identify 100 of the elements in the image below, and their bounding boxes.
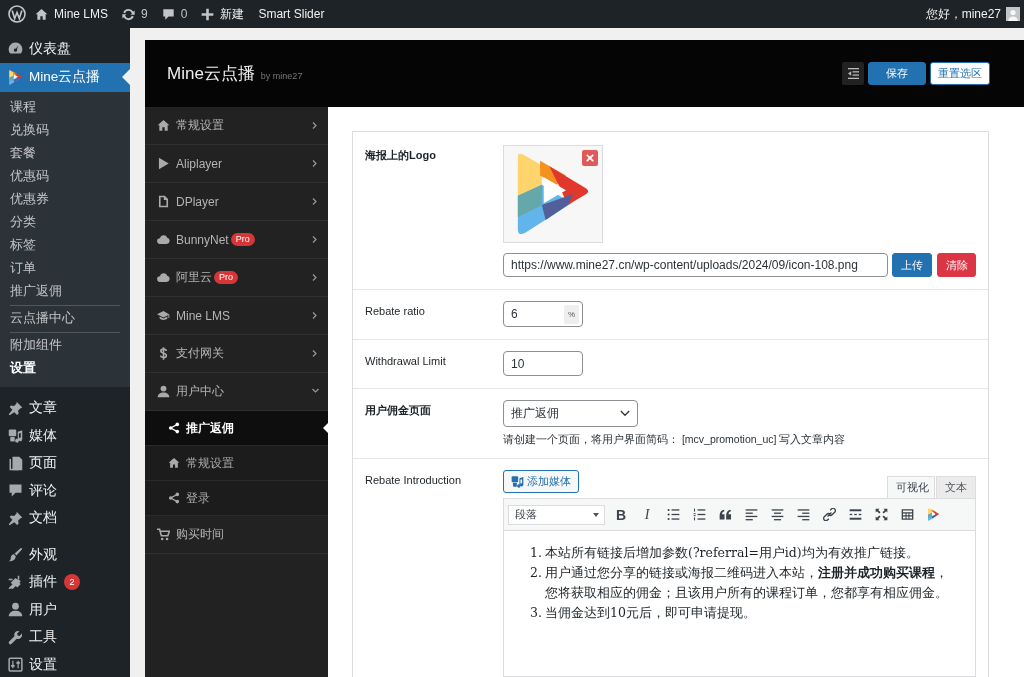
bullet-list-icon[interactable] [666, 508, 680, 521]
comment-icon [8, 483, 23, 499]
submenu-item[interactable]: 标签 [0, 233, 130, 257]
field-label: Rebate Introduction [365, 473, 462, 487]
field-label: Withdrawal Limit [365, 354, 447, 368]
editor-tab[interactable]: 文本 [936, 476, 976, 498]
admin-bar-link[interactable]: Mine LMS [35, 7, 109, 21]
align-left-icon[interactable] [744, 508, 758, 521]
pages-icon [8, 455, 23, 471]
admin-bar-link[interactable]: 9 [122, 7, 148, 21]
align-center-icon[interactable] [770, 508, 784, 521]
close-icon [586, 154, 594, 162]
submenu-item[interactable]: 优惠券 [0, 187, 130, 211]
cloud-icon [157, 271, 170, 284]
add-media-button[interactable]: 添加媒体 [503, 470, 579, 493]
fullscreen-icon[interactable] [874, 508, 888, 521]
menu-item[interactable]: 插件 2 [0, 568, 130, 596]
gauge-icon [8, 41, 23, 57]
format-select[interactable]: 段落 [508, 504, 605, 525]
submenu-item[interactable]: 云点播中心 [0, 306, 130, 330]
save-button[interactable]: 保存 [868, 62, 926, 85]
nav-subitem[interactable]: 常规设置 [145, 446, 328, 481]
field-label: 用户佣金页面 [365, 403, 432, 417]
menu-item[interactable]: 文档 [0, 504, 130, 532]
field-description: 请创建一个页面，将用户界面简码： [mcv_promotion_uc] 写入文章内容 [503, 432, 847, 446]
nav-subitem[interactable]: 登录 [145, 481, 328, 516]
submenu-item[interactable]: 附加组件 [0, 333, 130, 357]
list-icon [847, 68, 859, 79]
logo-icon[interactable] [8, 5, 26, 23]
number-field[interactable]: 10 [503, 351, 583, 376]
brush-icon [8, 547, 23, 563]
list-item: 3. 当佣金达到10元后，即可申请提现。 [530, 604, 757, 622]
menu-item[interactable]: 外观 [0, 541, 130, 569]
play-icon [157, 157, 170, 170]
remove-image-button[interactable] [582, 150, 598, 166]
panel-title: Mine云点播 [167, 63, 255, 85]
align-right-icon[interactable] [796, 508, 810, 521]
page-select[interactable]: 推广返佣 [503, 400, 638, 427]
link-icon[interactable] [822, 508, 836, 521]
menu-item[interactable]: 评论 [0, 477, 130, 505]
avatar-icon [1006, 7, 1020, 21]
url-field[interactable]: https://www.mine27.cn/wp-content/uploads/2024/09/icon-108.png [503, 253, 888, 277]
dollar-icon [157, 347, 170, 360]
menu-item[interactable]: 媒体 [0, 422, 130, 450]
number-field[interactable]: 6 % [503, 301, 583, 327]
person-icon [8, 602, 23, 618]
play-logo-icon[interactable] [926, 508, 940, 521]
submenu-item[interactable]: 订单 [0, 256, 130, 280]
collapse-button[interactable] [842, 62, 864, 85]
menu-item[interactable]: 页面 [0, 449, 130, 477]
comment-icon [161, 7, 175, 21]
share-icon [168, 492, 180, 504]
numbered-list-icon[interactable] [692, 508, 706, 521]
nav-item[interactable]: BunnyNet Pro [145, 221, 328, 259]
submenu-item[interactable]: 套餐 [0, 141, 130, 165]
submenu-item[interactable]: 兑换码 [0, 118, 130, 142]
bold-button[interactable]: B [608, 501, 634, 528]
play-logo-icon [516, 152, 590, 236]
account-link[interactable]: 您好，mine27 [925, 5, 1020, 23]
field-label: Rebate ratio [365, 304, 426, 318]
keyboard-icon[interactable] [900, 508, 914, 521]
pin-icon [8, 400, 23, 416]
submenu-item[interactable]: 课程 [0, 95, 130, 119]
plus-icon [201, 7, 215, 21]
menu-item[interactable]: 工具 [0, 623, 130, 651]
menu-item[interactable]: 设置 [0, 651, 130, 677]
list-item: 2. 用户通过您分享的链接或海报二维码进入本站，注册并成功购买课程，您将获取相应的佣金；且该用户所有的课程订单，您都享有相应佣金。 [530, 564, 949, 602]
menu-item[interactable]: Mine云点播 [0, 62, 130, 92]
wrench-icon [8, 629, 23, 645]
quote-icon[interactable] [718, 508, 732, 521]
media-icon [511, 475, 524, 488]
reset-button[interactable]: 重置选区 [930, 62, 990, 85]
submenu-item[interactable]: 推广返佣 [0, 279, 130, 303]
admin-bar-link[interactable]: Smart Slider [258, 7, 325, 21]
pro-badge: Pro [230, 233, 255, 246]
editor-content-area[interactable]: 1. 本站所有链接后增加参数(?referral=用户id)均为有效推广链接。 2. 用户通过您分享的链接或海报二维码进入本站，注册并成功购买课程，您将获取相应的佣金；且该用户所有的课程订单，您都享有相应佣金。 3. 当佣金达到10元后，即可申请提现。 [503, 531, 976, 677]
list-item: 1. 本站所有链接后增加参数(?referral=用户id)均为有效推广链接。 [530, 544, 920, 562]
pin-icon [8, 510, 23, 526]
submenu-item[interactable]: 优惠码 [0, 164, 130, 188]
media-icon [8, 428, 23, 444]
caret-icon [593, 512, 599, 517]
menu-item[interactable]: 用户 [0, 596, 130, 624]
editor-tab[interactable]: 可视化 [887, 476, 935, 498]
clear-button[interactable]: 清除 [937, 253, 976, 277]
graduation-cap-icon [157, 309, 170, 322]
admin-bar-link[interactable]: 0 [161, 7, 188, 21]
home-icon [157, 119, 170, 132]
nav-subitem[interactable]: 推广返佣 [145, 411, 328, 446]
menu-item[interactable]: 仪表盘 [0, 35, 130, 63]
submenu-item[interactable]: 分类 [0, 210, 130, 234]
menu-item[interactable]: 文章 [0, 394, 130, 422]
italic-button[interactable]: I [634, 501, 660, 528]
chevron-down-icon [620, 410, 630, 417]
submenu-item[interactable]: 设置 [0, 356, 130, 380]
upload-button[interactable]: 上传 [892, 253, 932, 277]
count-badge: 2 [64, 574, 80, 591]
nav-item[interactable]: 阿里云 Pro [145, 259, 328, 297]
page-break-icon[interactable] [848, 508, 862, 521]
admin-bar-link[interactable]: 新建 [201, 5, 245, 23]
home-icon [168, 457, 180, 469]
